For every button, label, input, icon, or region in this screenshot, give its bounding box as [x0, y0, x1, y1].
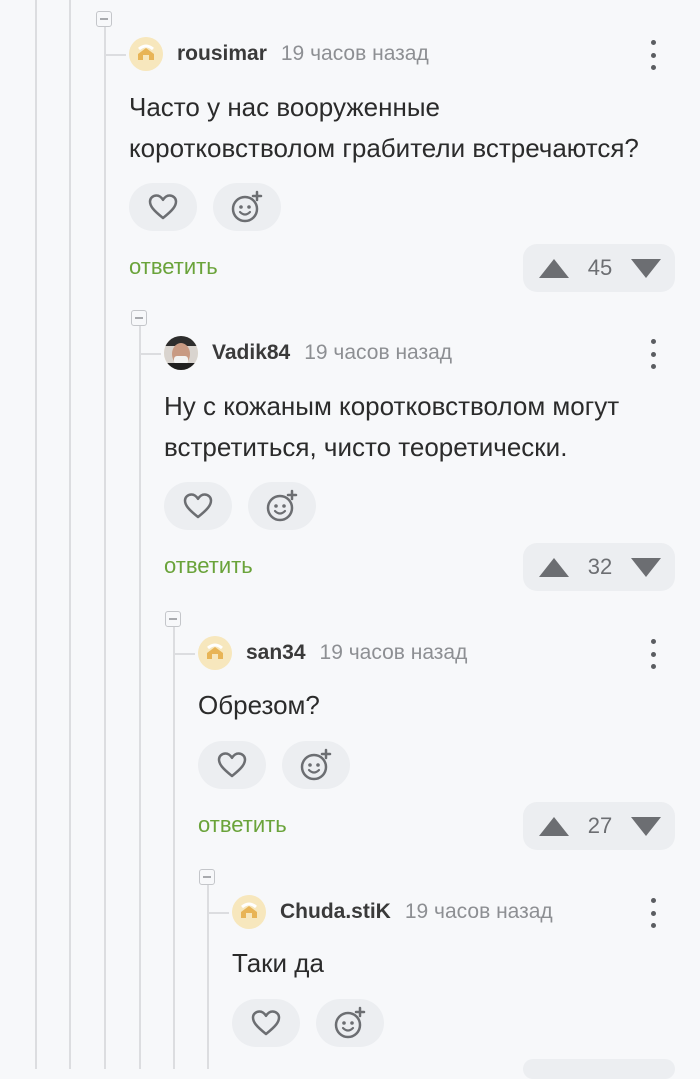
like-button[interactable] — [198, 741, 266, 789]
comment-text: Обрезом? — [198, 690, 320, 720]
heart-icon — [217, 752, 247, 778]
timestamp[interactable]: 19 часов назад — [304, 341, 452, 365]
like-button[interactable] — [232, 999, 300, 1047]
thread-connector — [207, 912, 229, 914]
comment-text: Часто у нас вооруженные коротковстволом … — [129, 92, 639, 163]
more-menu-icon[interactable] — [641, 898, 665, 928]
vote-panel: 32 — [523, 543, 675, 591]
username[interactable]: rousimar — [177, 42, 267, 66]
thread-connector — [139, 353, 161, 355]
vote-panel: 45 — [523, 244, 675, 292]
like-button[interactable] — [164, 482, 232, 530]
username[interactable]: san34 — [246, 641, 306, 665]
score: 27 — [587, 813, 613, 838]
comment: san34 19 часов назад Обрезом? ответить 2… — [198, 635, 700, 855]
downvote-icon[interactable] — [630, 258, 661, 278]
thread-line — [139, 326, 141, 1069]
score: 45 — [587, 255, 613, 280]
timestamp[interactable]: 19 часов назад — [281, 42, 429, 66]
collapse-toggle[interactable] — [131, 310, 147, 326]
score: 32 — [587, 554, 613, 579]
default-avatar-icon[interactable] — [198, 636, 232, 670]
heart-icon — [183, 493, 213, 519]
collapse-toggle[interactable] — [165, 611, 181, 627]
add-emoji-icon — [334, 1006, 366, 1039]
upvote-icon[interactable] — [539, 258, 569, 278]
collapse-toggle[interactable] — [96, 11, 112, 27]
thread-line — [104, 26, 106, 1069]
photo-avatar-icon[interactable] — [164, 336, 198, 370]
downvote-icon[interactable] — [630, 816, 661, 836]
comment: rousimar 19 часов назад Часто у нас воор… — [129, 36, 700, 296]
thread-line — [69, 0, 71, 1069]
username[interactable]: Vadik84 — [212, 341, 290, 365]
comment: Vadik84 19 часов назад Ну с кожаным коро… — [164, 335, 700, 595]
add-reaction-button[interactable] — [282, 741, 350, 789]
username[interactable]: Chuda.stiK — [280, 900, 391, 924]
reply-link[interactable]: ответить — [164, 553, 253, 579]
thread-line — [35, 0, 37, 1069]
more-menu-icon[interactable] — [641, 339, 665, 369]
collapse-toggle[interactable] — [199, 869, 215, 885]
reply-link[interactable]: ответить — [198, 812, 287, 838]
comment-text: Ну с кожаным коротковстволом могут встре… — [164, 391, 620, 462]
add-emoji-icon — [266, 489, 298, 522]
default-avatar-icon[interactable] — [129, 37, 163, 71]
more-menu-icon[interactable] — [641, 639, 665, 669]
add-reaction-button[interactable] — [248, 482, 316, 530]
downvote-icon[interactable] — [630, 557, 661, 577]
add-reaction-button[interactable] — [213, 183, 281, 231]
timestamp[interactable]: 19 часов назад — [320, 641, 468, 665]
vote-panel: 27 — [523, 802, 675, 850]
heart-icon — [148, 194, 178, 220]
thread-line — [173, 627, 175, 1069]
add-reaction-button[interactable] — [316, 999, 384, 1047]
like-button[interactable] — [129, 183, 197, 231]
heart-icon — [251, 1010, 281, 1036]
more-menu-icon[interactable] — [641, 40, 665, 70]
reply-link[interactable]: ответить — [129, 254, 218, 280]
default-avatar-icon[interactable] — [232, 895, 266, 929]
upvote-icon[interactable] — [539, 816, 569, 836]
comment: Chuda.stiK 19 часов назад Таки да — [232, 894, 700, 1079]
add-emoji-icon — [231, 190, 263, 223]
upvote-icon[interactable] — [539, 557, 569, 577]
add-emoji-icon — [300, 748, 332, 781]
comment-text: Таки да — [232, 948, 324, 978]
thread-connector — [173, 653, 195, 655]
thread-connector — [104, 54, 126, 56]
timestamp[interactable]: 19 часов назад — [405, 900, 553, 924]
vote-panel — [523, 1059, 675, 1079]
